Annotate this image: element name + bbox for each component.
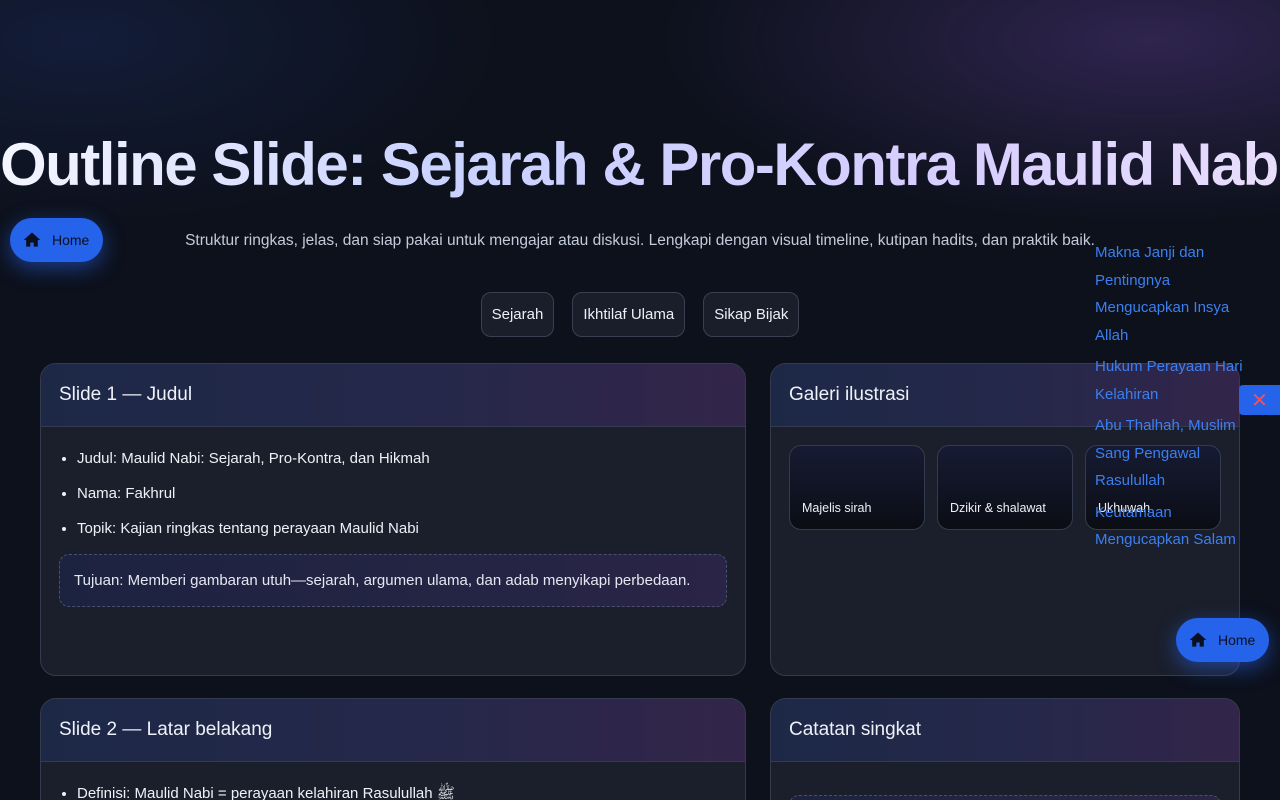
gallery-thumb-dzikir[interactable]: Dzikir & shalawat	[937, 445, 1073, 530]
home-button-label: Home	[1218, 632, 1256, 648]
slide-2-title: Slide 2 — Latar belakang	[41, 699, 745, 762]
gallery-thumb-majelis-sirah[interactable]: Majelis sirah	[789, 445, 925, 530]
topic-pills: Sejarah Ikhtilaf Ulama Sikap Bijak	[0, 292, 1280, 337]
notes-box	[789, 795, 1221, 800]
slide-1-card: Slide 1 — Judul Judul: Maulid Nabi: Seja…	[40, 363, 746, 676]
side-link-mengucapkan-salam[interactable]: Keutamaan Mengucapkan Salam	[1095, 499, 1265, 554]
home-button-label: Home	[52, 232, 90, 248]
notes-card: Catatan singkat	[770, 698, 1240, 800]
list-item: Nama: Fakhrul	[77, 484, 745, 504]
slide-1-goal-note: Tujuan: Memberi gambaran utuh—sejarah, a…	[59, 554, 727, 607]
slide-2-card: Slide 2 — Latar belakang Definisi: Mauli…	[40, 698, 746, 800]
list-item: Judul: Maulid Nabi: Sejarah, Pro-Kontra,…	[77, 449, 745, 469]
notes-title: Catatan singkat	[771, 699, 1239, 762]
slide-2-list: Definisi: Maulid Nabi = perayaan kelahir…	[41, 762, 745, 800]
home-button-left[interactable]: Home	[10, 218, 104, 262]
close-icon: ✕	[1251, 389, 1268, 412]
home-icon	[1189, 632, 1207, 647]
home-button-right[interactable]: Home	[1176, 618, 1270, 662]
close-button[interactable]: ✕	[1239, 385, 1280, 415]
pill-sejarah[interactable]: Sejarah	[480, 292, 555, 337]
home-icon	[23, 232, 41, 247]
page-subtitle: Struktur ringkas, jelas, dan siap pakai …	[185, 232, 1095, 249]
list-item: Topik: Kajian ringkas tentang perayaan M…	[77, 519, 745, 539]
slide-1-list: Judul: Maulid Nabi: Sejarah, Pro-Kontra,…	[41, 427, 745, 539]
pill-sikap-bijak[interactable]: Sikap Bijak	[703, 292, 800, 337]
list-item: Definisi: Maulid Nabi = perayaan kelahir…	[77, 784, 745, 800]
slide-1-title: Slide 1 — Judul	[41, 364, 745, 427]
thumb-caption: Dzikir & shalawat	[950, 501, 1046, 515]
pill-ikhtilaf-ulama[interactable]: Ikhtilaf Ulama	[572, 292, 686, 337]
side-link-abu-thalhah[interactable]: Abu Thalhah, Muslim Sang Pengawal Rasulu…	[1095, 412, 1265, 495]
side-link-insya-allah[interactable]: Makna Janji dan Pentingnya Mengucapkan I…	[1095, 239, 1265, 349]
page-title: Outline Slide: Sejarah & Pro-Kontra Maul…	[0, 128, 1280, 202]
thumb-caption: Majelis sirah	[802, 501, 872, 515]
